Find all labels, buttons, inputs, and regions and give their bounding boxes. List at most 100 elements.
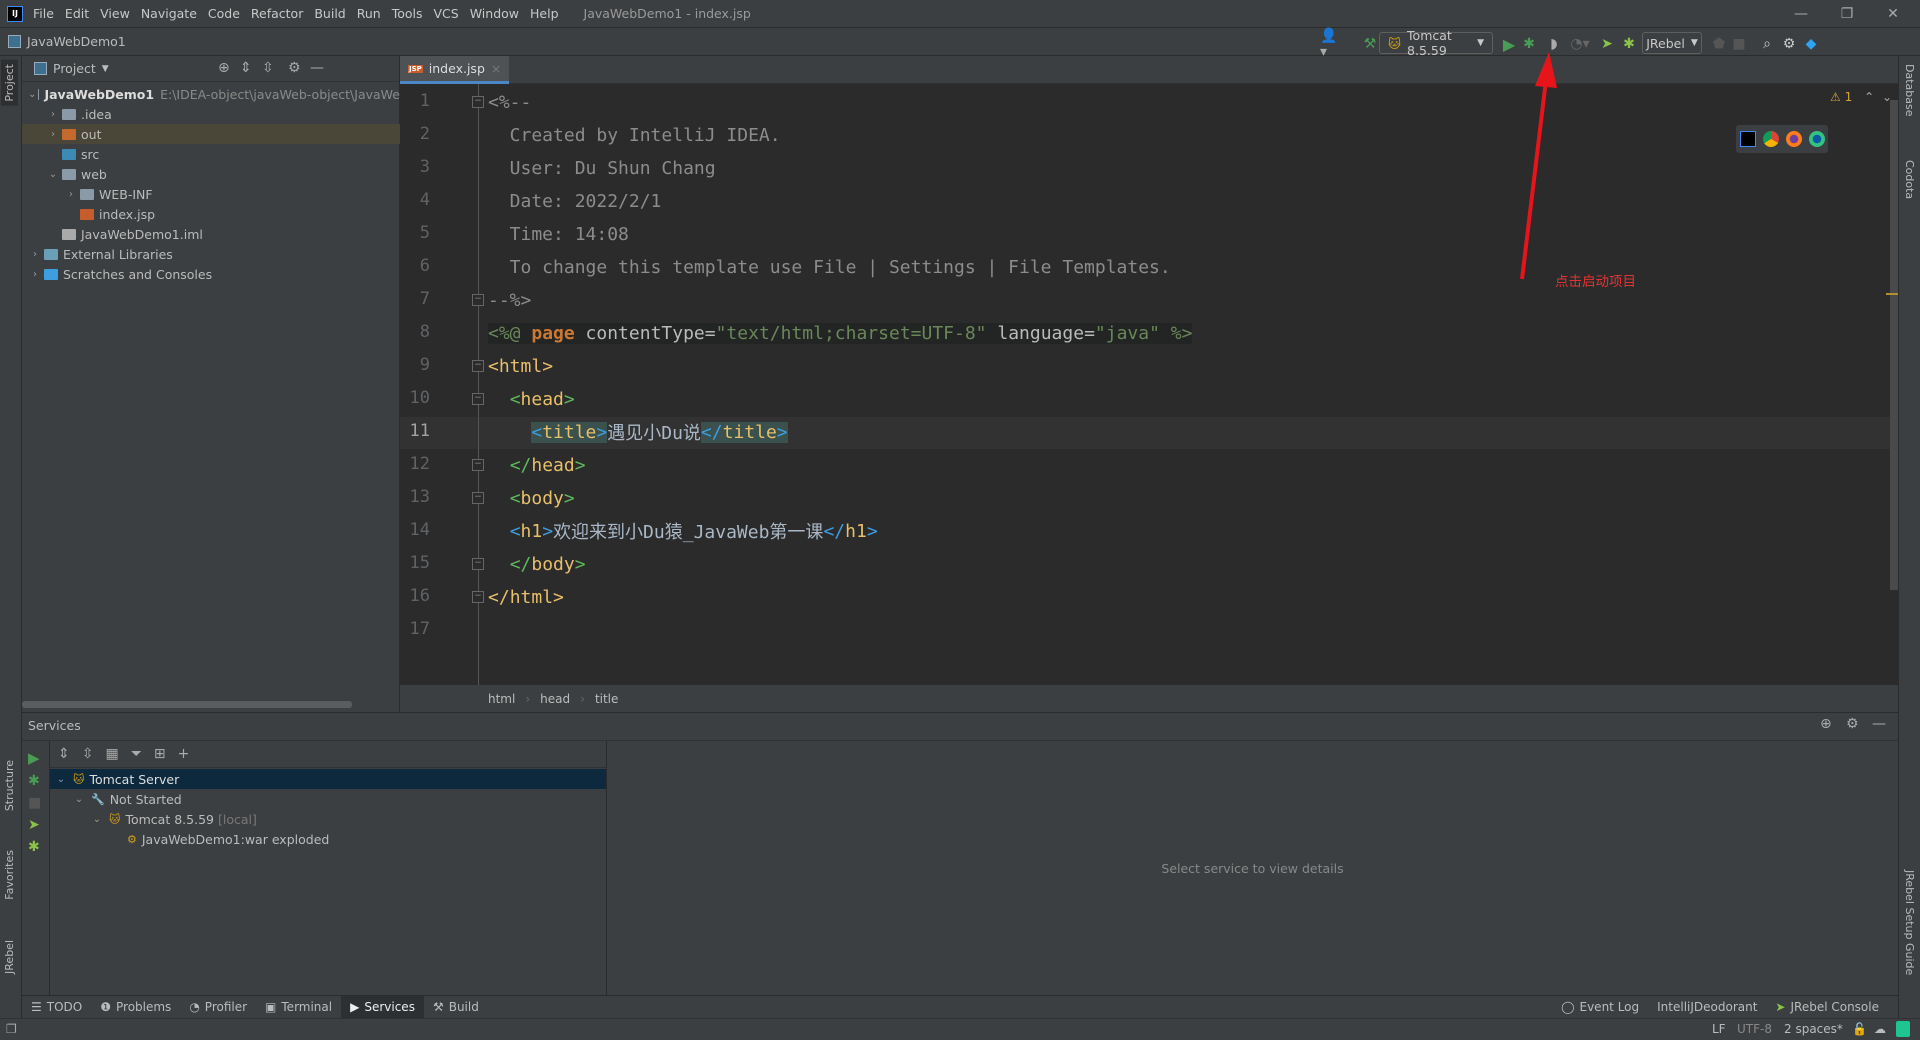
tool-tab-jrebel-setup-guide[interactable]: JRebel Setup Guide [1901,866,1918,979]
menu-window[interactable]: Window [470,6,519,21]
chevron-icon[interactable]: ⌄ [46,169,60,180]
fold-marker-icon[interactable]: − [472,591,484,603]
breadcrumb-item[interactable]: title [595,692,618,706]
jrebel-debug-button[interactable]: ✱ [22,833,49,855]
tool-tab-terminal[interactable]: ▣ Terminal [256,996,341,1019]
line-separator[interactable]: LF [1712,1022,1726,1036]
code-with-me-icon[interactable]: ◆ [1802,34,1820,54]
tool-tab-project[interactable]: Project [1,60,18,106]
add-service-icon[interactable]: + [178,746,190,762]
globe-icon[interactable]: ⊕ [1820,716,1832,732]
tree-item[interactable]: › .idea [22,104,400,124]
fold-marker-icon[interactable]: − [472,492,484,504]
prev-highlight-icon[interactable]: ⌃ [1864,90,1874,104]
search-icon[interactable]: ⌕ [1758,34,1776,54]
fold-marker-icon[interactable]: − [472,360,484,372]
tab-index-jsp[interactable]: JSP index.jsp × [400,56,510,84]
tool-tab-build[interactable]: ⚒ Build [424,996,488,1019]
tree-item[interactable]: JavaWebDemo1.iml [22,224,400,244]
menu-help[interactable]: Help [530,6,559,21]
tool-tab-event-log[interactable]: ◯ Event Log [1552,996,1648,1019]
tree-item[interactable]: › out [22,124,400,144]
service-tree-item[interactable]: ⚙ JavaWebDemo1:war exploded [50,829,606,849]
menu-file[interactable]: File [33,6,54,21]
run-configuration-dropdown[interactable]: 🐱 Tomcat 8.5.59 ▼ [1379,28,1493,58]
locate-icon[interactable]: ⊕ [218,60,230,76]
chevron-icon[interactable]: ⌄ [90,814,104,825]
code-editor[interactable]: 1− <%-- 2 Created by IntelliJ IDEA. 3 User:… [400,84,1898,685]
tool-tab-database[interactable]: Database [1901,60,1918,121]
profile-button[interactable]: ◔▾ [1566,34,1594,54]
tree-item[interactable]: ⌄ JavaWebDemo1 E:\IDEA-object\javaWeb-obje… [22,84,400,104]
horizontal-scrollbar[interactable] [22,701,352,708]
service-tree-item[interactable]: ⌄ 🔧 Not Started [50,789,606,809]
new-tab-icon[interactable]: ⊞ [154,746,166,762]
menu-vcs[interactable]: VCS [434,6,459,21]
gear-icon[interactable]: ⚙ [1846,716,1859,732]
fold-marker-icon[interactable]: − [472,459,484,471]
fold-marker-icon[interactable]: − [472,393,484,405]
indent-setting[interactable]: 2 spaces* [1784,1022,1843,1036]
gear-icon[interactable]: ⚙ [288,60,301,76]
close-tab-icon[interactable]: × [491,61,501,76]
chrome-icon[interactable] [1762,131,1779,147]
tree-item[interactable]: › Scratches and Consoles [22,264,400,284]
menu-view[interactable]: View [100,6,130,21]
gear-icon[interactable]: ⚙ [1780,34,1798,54]
tool-tab-favorites[interactable]: Favorites [1,846,18,904]
expand-all-icon[interactable]: ⇕ [58,746,70,762]
chevron-icon[interactable]: › [46,109,60,120]
chevron-icon[interactable]: ⌄ [54,774,68,785]
chevron-icon[interactable]: › [28,249,42,260]
tree-item[interactable]: index.jsp [22,204,400,224]
notifications-icon[interactable]: ☁ [1874,1022,1886,1036]
jrebel-run-button[interactable]: ➤ [1598,34,1616,54]
chevron-icon[interactable]: › [46,129,60,140]
menu-navigate[interactable]: Navigate [141,6,197,21]
chevron-icon[interactable]: ⌄ [28,89,36,100]
project-breadcrumb[interactable]: JavaWebDemo1 [8,34,126,49]
lock-icon[interactable]: 🔓 [1852,1022,1867,1036]
build-hammer-icon[interactable]: ⚒ [1360,34,1380,54]
jrebel-dropdown[interactable]: JRebel ▼ [1642,32,1702,54]
chevron-icon[interactable]: ⌄ [72,794,86,805]
codota-icon[interactable] [1896,1021,1910,1037]
debug-button[interactable]: ✱ [22,767,49,789]
debug-button[interactable]: ✱ [1520,34,1538,54]
collapse-all-icon[interactable]: ⇳ [262,60,274,76]
tool-tab-services[interactable]: ▶ Services [341,995,424,1019]
fold-marker-icon[interactable]: − [472,96,484,108]
tool-tab-profiler[interactable]: ◔ Profiler [180,996,256,1019]
close-window-button[interactable]: ✕ [1870,0,1916,28]
chevron-icon[interactable]: › [28,269,42,280]
warning-stripe-marker[interactable] [1886,293,1898,295]
run-button[interactable]: ▶ [22,741,49,767]
menu-build[interactable]: Build [314,6,345,21]
expand-all-icon[interactable]: ⇕ [240,60,252,76]
tool-tab-intellij-deodorant[interactable]: IntelliJDeodorant [1648,996,1766,1019]
jrebel-run-button[interactable]: ➤ [22,811,49,833]
tool-tab-jrebel[interactable]: JRebel [1,936,18,978]
firefox-icon[interactable] [1785,131,1802,147]
hide-icon[interactable]: — [1872,716,1886,732]
fold-marker-icon[interactable]: − [472,558,484,570]
chevron-down-icon[interactable]: ▼ [102,64,109,74]
menu-edit[interactable]: Edit [65,6,89,21]
menu-tools[interactable]: Tools [392,6,423,21]
service-tree-item[interactable]: ⌄ 🐱 Tomcat 8.5.59 [local] [50,809,606,829]
tool-tab-problems[interactable]: ❶ Problems [91,996,180,1019]
menu-run[interactable]: Run [357,6,381,21]
tool-tab-todo[interactable]: ☰ TODO [22,996,91,1019]
user-icon[interactable]: 👤▾ [1320,28,1344,60]
service-tree-item[interactable]: ⌄ 🐱 Tomcat Server [50,769,606,789]
collapse-all-icon[interactable]: ⇳ [82,746,94,762]
restore-button[interactable]: ❐ [1824,0,1870,28]
minimize-button[interactable]: — [1778,0,1824,28]
tool-tab-jrebel-console[interactable]: ➤ JRebel Console [1766,996,1888,1019]
run-button[interactable]: ▶ [1500,34,1518,54]
breadcrumb-item[interactable]: head [540,692,570,706]
intellij-browser-icon[interactable] [1739,131,1756,147]
jrebel-debug-button[interactable]: ✱ [1620,34,1638,54]
stop-button[interactable]: ■ [22,789,49,811]
stop-button[interactable]: ■ [1730,34,1748,54]
